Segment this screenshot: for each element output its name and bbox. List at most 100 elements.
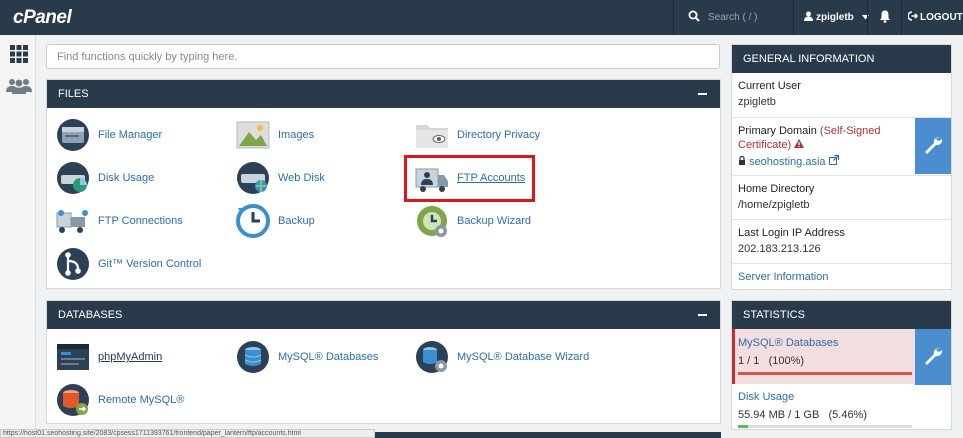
cpanel-logo[interactable]: cPanel [13,7,72,29]
primary-domain-row: Primary Domain (Self-Signed Certificate)… [738,124,910,169]
mysql-usage-bar-track [738,372,912,375]
phpmyadmin-label: phpMyAdmin [98,351,163,363]
mysql-stat-label[interactable]: MySQL® Databases [738,337,838,349]
top-bar-right: Search ( / ) zpigletb LOGOUT [673,0,963,35]
mysql-wizard-icon [415,340,449,374]
domain-settings-button[interactable] [915,118,951,174]
backup-icon [236,204,270,238]
logout-button[interactable]: LOGOUT [901,0,963,35]
mysql-databases-icon [236,340,270,374]
directory-privacy-link[interactable]: Directory Privacy [415,117,540,153]
remote-mysql-icon [56,383,90,417]
quick-search-input[interactable] [46,44,720,69]
status-bar-url: https://host01.seohosting.site/2083/cpse… [0,429,375,438]
search-icon [688,10,700,25]
disk-usage-stat-value: 55.94 MB / 1 GB (5.46%) [738,409,868,421]
logout-icon [907,11,919,24]
last-login-row: Last Login IP Address 202.183.213.126 [738,227,918,255]
general-information-panel: GENERAL INFORMATION Current User zpiglet… [731,44,952,290]
left-rail [0,35,36,438]
phpmyadmin-icon [56,340,90,374]
backup-wizard-icon [415,204,449,238]
directory-privacy-icon [415,118,449,152]
backup-wizard-label: Backup Wizard [457,215,531,227]
mysql-stat-row[interactable]: MySQL® Databases 1 / 1 (100%) [732,329,915,384]
collapse-icon[interactable] [698,87,708,99]
mysql-usage-bar [738,372,912,375]
users-icon[interactable] [6,77,32,99]
divider [732,175,951,176]
backup-wizard-link[interactable]: Backup Wizard [415,203,531,239]
mysql-wizard-label: MySQL® Database Wizard [457,351,590,363]
phpmyadmin-link[interactable]: phpMyAdmin [56,339,162,375]
remote-mysql-link[interactable]: Remote MySQL® [56,382,184,418]
disk-usage-bar-track [738,425,912,428]
current-user-label: Current User [738,80,801,92]
current-user-row: Current User zpigletb [738,80,918,108]
primary-domain-label: Primary Domain [738,125,817,137]
ftp-connections-icon [56,204,90,238]
disk-usage-bar [738,425,748,428]
username: zpigletb [816,12,854,23]
statistics-header: STATISTICS [732,301,951,329]
disk-usage-label: Disk Usage [98,172,155,184]
last-login-value: 202.183.213.126 [738,243,821,255]
home-directory-row: Home Directory /home/zpigletb [738,183,918,211]
statistics-panel: STATISTICS MySQL® Databases 1 / 1 (100%)… [731,300,952,430]
collapse-icon[interactable] [698,308,708,320]
ftp-connections-link[interactable]: FTP Connections [56,203,183,239]
databases-panel-title: DATABASES [58,309,123,321]
divider [732,263,951,264]
git-version-control-link[interactable]: Git™ Version Control [56,246,201,282]
user-menu[interactable]: zpigletb [793,0,869,35]
statistics-settings-button[interactable] [915,329,951,385]
images-icon [236,118,270,152]
user-icon [804,11,813,24]
header-search-placeholder: Search ( / ) [708,12,758,23]
images-link[interactable]: Images [236,117,314,153]
header-search[interactable]: Search ( / ) [673,0,793,35]
lock-icon [738,155,749,168]
disk-usage-stat-label[interactable]: Disk Usage [738,391,794,403]
backup-label: Backup [278,215,315,227]
last-login-label: Last Login IP Address [738,227,845,239]
disk-usage-link[interactable]: Disk Usage [56,160,154,196]
mysql-databases-link[interactable]: MySQL® Databases [236,339,378,375]
backup-link[interactable]: Backup [236,203,315,239]
divider [732,219,951,220]
git-version-control-label: Git™ Version Control [98,258,202,270]
ftp-accounts-highlight [404,155,535,202]
bell-icon [879,10,891,26]
external-link-icon[interactable] [828,154,839,168]
file-manager-label: File Manager [98,129,163,141]
wrench-icon [923,135,943,158]
next-panel-header [375,432,721,438]
primary-domain-link[interactable]: seohosting.asia [749,156,825,168]
notifications-button[interactable] [867,0,901,35]
file-manager-link[interactable]: File Manager [56,117,162,153]
grid-icon[interactable] [8,43,30,65]
general-information-header: GENERAL INFORMATION [732,45,951,73]
file-manager-icon [56,118,90,152]
mysql-stat-value: 1 / 1 (100%) [738,355,805,367]
wrench-icon [923,346,943,369]
files-panel-title: FILES [58,88,89,100]
web-disk-link[interactable]: Web Disk [236,160,325,196]
home-directory-label: Home Directory [738,183,815,195]
server-information-link[interactable]: Server Information [738,271,918,283]
databases-panel-header[interactable]: DATABASES [47,301,720,329]
disk-usage-icon [56,161,90,195]
images-label: Images [278,129,315,141]
top-bar: cPanel Search ( / ) zpigletb LOGOUT [0,0,963,35]
mysql-databases-label: MySQL® Databases [278,351,379,363]
logout-label: LOGOUT [920,12,963,23]
git-icon [56,247,90,281]
ftp-connections-label: FTP Connections [98,215,183,227]
remote-mysql-label: Remote MySQL® [98,394,185,406]
current-user-value: zpigletb [738,96,776,108]
web-disk-icon [236,161,270,195]
warning-icon [794,139,805,151]
directory-privacy-label: Directory Privacy [457,129,541,141]
files-panel-header[interactable]: FILES [47,80,720,108]
mysql-wizard-link[interactable]: MySQL® Database Wizard [415,339,589,375]
